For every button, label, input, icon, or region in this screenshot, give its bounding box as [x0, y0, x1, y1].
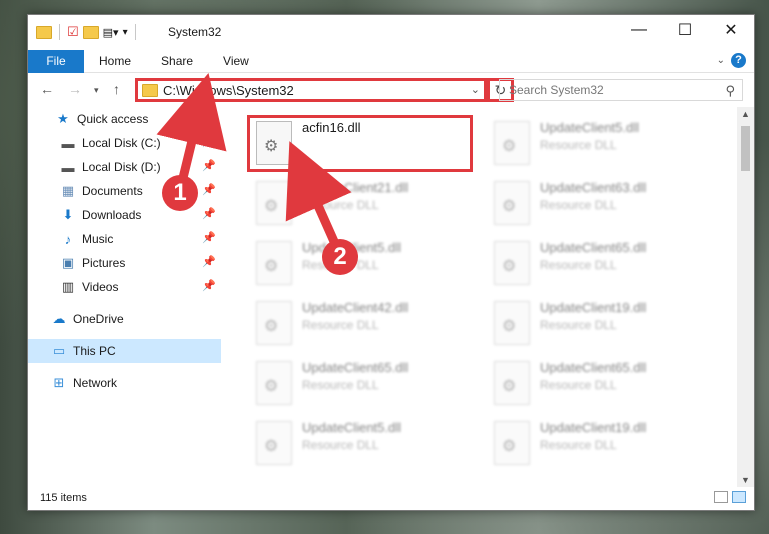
step-2-badge: 2	[322, 239, 358, 275]
arrow-to-address-bar	[156, 73, 227, 183]
step-1-badge: 1	[162, 175, 198, 211]
arrow-to-file	[285, 141, 352, 251]
annotation-arrows	[156, 73, 352, 251]
